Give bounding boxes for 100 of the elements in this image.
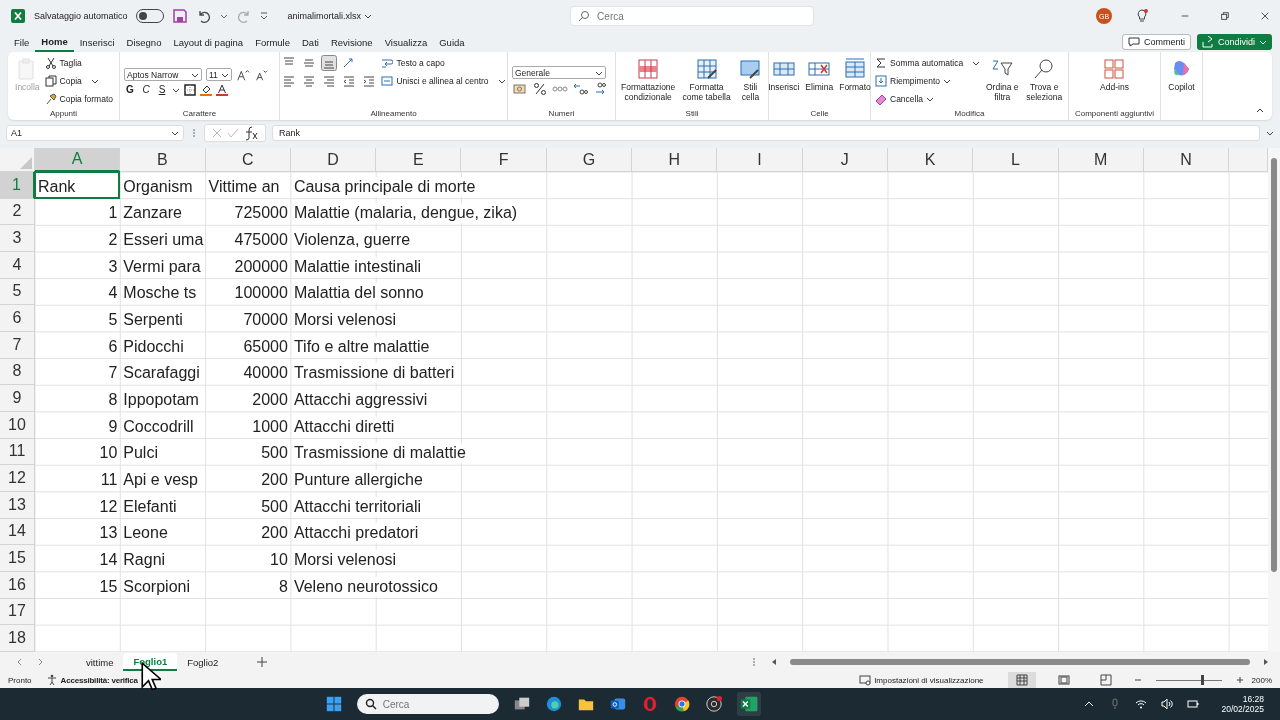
add-ins-button[interactable]: Add-ins <box>1099 55 1130 95</box>
column-header[interactable]: F <box>461 148 547 172</box>
clear-button[interactable]: Cancella <box>875 91 981 107</box>
close-icon[interactable] <box>1260 11 1270 21</box>
row-header[interactable]: 4 <box>0 251 35 279</box>
formula-input[interactable]: Rank <box>272 125 1260 141</box>
row-header[interactable]: 5 <box>0 278 35 306</box>
restore-icon[interactable] <box>1220 11 1230 21</box>
column-header[interactable]: K <box>887 148 974 172</box>
underline-button[interactable]: S <box>156 84 168 95</box>
conditional-formatting-button[interactable]: Formattazione condizionale <box>620 55 677 105</box>
fill-button[interactable]: Riempimento <box>875 73 981 89</box>
row-header[interactable]: 3 <box>0 225 35 252</box>
comments-button[interactable]: Commenti <box>1121 34 1191 50</box>
taskbar-search-field[interactable]: Cerca <box>356 694 499 714</box>
column-header[interactable]: M <box>1058 148 1144 172</box>
copy-button[interactable]: Copia <box>44 73 113 89</box>
file-name-button[interactable]: animalimortali.xlsx <box>287 11 373 21</box>
horizontal-scrollbar[interactable] <box>790 659 1250 665</box>
format-cells-button[interactable]: Formato <box>838 55 872 95</box>
spreadsheet-app-icon[interactable] <box>736 692 761 716</box>
row-header[interactable]: 12 <box>0 465 35 492</box>
zoom-in-icon[interactable] <box>1235 676 1244 684</box>
align-bottom-icon[interactable] <box>321 55 338 71</box>
format-painter-button[interactable]: Copia formato <box>44 91 113 107</box>
row-header[interactable]: 8 <box>0 358 35 386</box>
merge-center-button[interactable]: Unisci e allinea al centro <box>381 73 506 89</box>
row-header[interactable]: 6 <box>0 305 35 332</box>
next-sheet-icon[interactable] <box>36 658 44 666</box>
search-field[interactable]: Cerca <box>570 6 815 26</box>
font-size-dropdown[interactable]: 11 <box>206 68 232 81</box>
insert-cells-button[interactable]: Inserisci <box>767 55 801 95</box>
column-header[interactable]: I <box>717 148 803 172</box>
shrink-font-icon[interactable] <box>254 67 268 82</box>
border-icon[interactable] <box>184 83 196 96</box>
delete-cells-button[interactable]: Elimina <box>804 55 835 95</box>
share-button[interactable]: Condividi <box>1196 34 1272 50</box>
column-header[interactable]: H <box>632 148 718 172</box>
sheet-tab[interactable]: Foglio1 <box>123 653 178 671</box>
row-header[interactable]: 10 <box>0 411 35 439</box>
italic-button[interactable]: C <box>140 84 152 95</box>
recorder-icon[interactable] <box>704 695 723 713</box>
column-header[interactable]: B <box>120 148 206 172</box>
bold-button[interactable]: G <box>124 84 136 95</box>
menu-tab[interactable]: Formule <box>249 32 296 52</box>
column-header[interactable]: L <box>973 148 1059 172</box>
sheet-tab[interactable]: Foglio2 <box>177 653 229 671</box>
expand-icon[interactable] <box>1266 129 1274 137</box>
save-icon[interactable] <box>171 8 188 24</box>
vertical-scrollbar[interactable] <box>1268 148 1280 652</box>
menu-tab[interactable]: Disegno <box>120 32 168 52</box>
currency-icon[interactable] <box>512 81 528 97</box>
column-header[interactable]: D <box>290 148 377 172</box>
normal-view-button[interactable] <box>1007 672 1036 688</box>
row-header[interactable]: 11 <box>0 438 35 466</box>
menu-tab[interactable]: Inserisci <box>73 32 121 52</box>
display-settings-button[interactable]: Impostazioni di visualizzazione <box>859 674 984 686</box>
column-header[interactable]: C <box>205 148 291 172</box>
fill-color-icon[interactable] <box>200 83 212 96</box>
font-color-icon[interactable] <box>216 83 228 96</box>
column-header[interactable]: N <box>1143 148 1230 172</box>
accessibility-button[interactable]: Accessibilità: verifica <box>45 674 138 686</box>
row-header[interactable]: 15 <box>0 545 35 572</box>
row-header[interactable]: 9 <box>0 385 35 412</box>
browser-icon[interactable] <box>544 695 563 713</box>
sort-filter-button[interactable]: Ordina e filtra <box>984 55 1021 105</box>
find-select-button[interactable]: Trova e seleziona <box>1024 55 1064 105</box>
start-icon[interactable] <box>324 695 343 713</box>
row-header[interactable]: 13 <box>0 491 35 519</box>
grow-font-icon[interactable] <box>236 67 250 82</box>
number-format-dropdown[interactable]: Generale <box>512 66 606 79</box>
column-header[interactable]: G <box>546 148 633 172</box>
cut-button[interactable]: Taglia <box>44 55 113 71</box>
name-box[interactable]: A1 <box>6 125 184 141</box>
menu-tab[interactable]: Revisione <box>324 32 379 52</box>
collapse-ribbon-icon[interactable] <box>1256 106 1264 114</box>
previous-sheet-icon[interactable] <box>16 658 24 666</box>
menu-tab[interactable]: Layout di pagina <box>167 32 250 52</box>
percent-icon[interactable] <box>532 81 548 97</box>
menu-tab[interactable]: File <box>8 32 36 52</box>
add-sheet-icon[interactable] <box>256 656 269 668</box>
menu-tab[interactable]: Dati <box>296 32 325 52</box>
menu-tab[interactable]: Visualizza <box>378 32 434 52</box>
row-header[interactable]: 16 <box>0 571 35 599</box>
battery-icon[interactable] <box>1187 698 1200 710</box>
row-header[interactable]: 2 <box>0 198 35 226</box>
volume-icon[interactable] <box>1161 698 1174 710</box>
row-header[interactable]: 18 <box>0 625 35 652</box>
lightbulb-icon[interactable] <box>1134 8 1150 24</box>
wifi-icon[interactable] <box>1135 698 1148 710</box>
scroll-right-icon[interactable] <box>1262 658 1270 666</box>
function-icon[interactable] <box>243 125 259 141</box>
customize-icon[interactable] <box>259 12 268 20</box>
row-header[interactable]: 17 <box>0 598 35 626</box>
row-header[interactable]: 14 <box>0 518 35 546</box>
row-header[interactable]: 1 <box>0 172 35 199</box>
autosum-button[interactable]: Somma automatica <box>875 55 981 71</box>
menu-tab[interactable]: Guida <box>433 32 471 52</box>
column-header[interactable]: E <box>376 148 462 172</box>
increase-decimal-icon[interactable] <box>572 81 588 97</box>
